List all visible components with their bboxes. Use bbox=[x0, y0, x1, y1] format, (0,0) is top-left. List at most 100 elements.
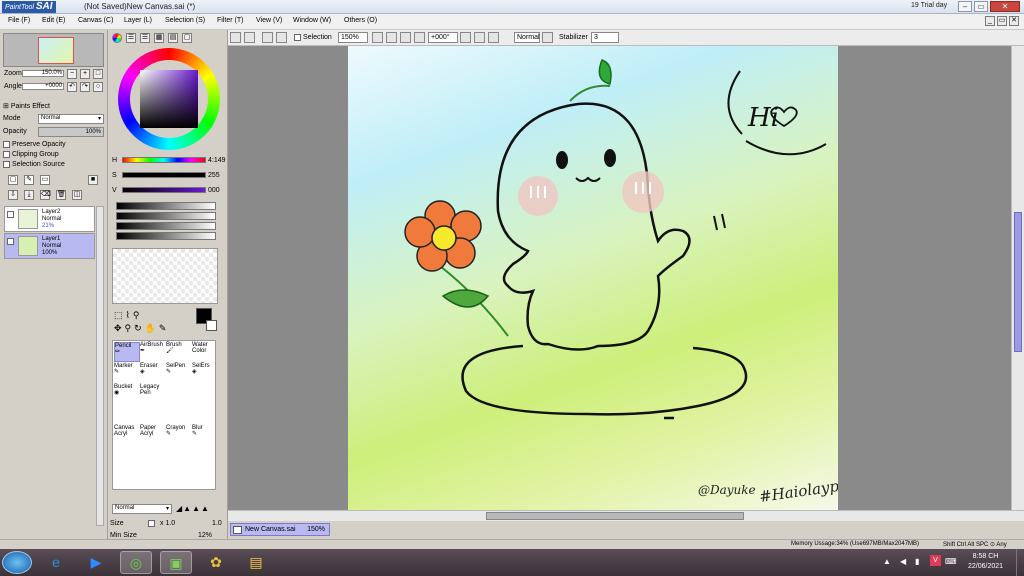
layer-options-icon[interactable]: ■ bbox=[88, 175, 98, 185]
move-icon[interactable]: ✥ bbox=[114, 323, 125, 333]
zoom-actual-icon[interactable] bbox=[414, 32, 425, 43]
stabilizer-combo[interactable]: 3 bbox=[591, 32, 619, 43]
layer-item-layer1[interactable]: Layer1 Normal 100% bbox=[4, 233, 95, 259]
secondary-color-swatch[interactable] bbox=[206, 320, 217, 331]
menu-window[interactable]: Window (W) bbox=[293, 17, 331, 24]
zoom-fit-icon[interactable] bbox=[400, 32, 411, 43]
zoom-out-icon[interactable] bbox=[372, 32, 383, 43]
size-multiplier-toggle[interactable] bbox=[148, 520, 155, 527]
tool-pencil[interactable]: Pencil ✏ bbox=[114, 342, 140, 362]
texture-slider-3[interactable] bbox=[116, 222, 216, 230]
menu-filter[interactable]: Filter (T) bbox=[217, 17, 243, 24]
rotate-right-button[interactable]: ↷ bbox=[80, 82, 90, 92]
layer-list-scrollbar[interactable] bbox=[96, 206, 104, 526]
deselect-icon[interactable] bbox=[262, 32, 273, 43]
angle-slider[interactable]: +0000 bbox=[22, 83, 64, 90]
eyedropper-icon[interactable]: ✎ bbox=[159, 323, 170, 333]
painttool-sai-taskbar-icon[interactable]: ▣ bbox=[160, 551, 192, 574]
document-tab[interactable]: New Canvas.sai 150% bbox=[230, 523, 330, 536]
rotate-reset-button[interactable]: ○ bbox=[93, 82, 103, 92]
vertical-scroll-thumb[interactable] bbox=[1014, 212, 1022, 352]
show-desktop-button[interactable] bbox=[1016, 549, 1024, 576]
angle-combo[interactable]: +000° bbox=[428, 32, 458, 43]
system-clock[interactable]: 8:58 CH 22/06/2021 bbox=[968, 552, 1003, 572]
new-layer-icon[interactable]: ▢ bbox=[8, 175, 18, 185]
volume-icon[interactable]: ◀ bbox=[900, 557, 906, 566]
flip-icon[interactable] bbox=[542, 32, 553, 43]
close-button[interactable]: ✕ bbox=[990, 1, 1020, 12]
layer-mask-icon[interactable]: ◫ bbox=[72, 190, 82, 200]
rotate-left-icon[interactable] bbox=[460, 32, 471, 43]
hsv-slider-icon[interactable]: ☰ bbox=[140, 33, 150, 43]
clipping-group-checkbox[interactable] bbox=[3, 151, 10, 158]
tool-crayon[interactable]: Crayon ✎ bbox=[166, 425, 192, 445]
invert-selection-icon[interactable] bbox=[276, 32, 287, 43]
swatches-icon[interactable]: ▦ bbox=[154, 33, 164, 43]
selection-source-checkbox[interactable] bbox=[3, 161, 10, 168]
maximize-button[interactable]: ▭ bbox=[974, 1, 988, 12]
value-slider[interactable] bbox=[122, 187, 206, 193]
horizontal-scroll-thumb[interactable] bbox=[486, 512, 744, 520]
menu-layer[interactable]: Layer (L) bbox=[124, 17, 152, 24]
ie-icon[interactable]: e bbox=[40, 551, 72, 574]
zoom-reset-button[interactable]: □ bbox=[93, 69, 103, 79]
taskbar-app-icon[interactable]: ◎ bbox=[120, 551, 152, 574]
layer-item-layer2[interactable]: Layer2 Normal 21% bbox=[4, 206, 95, 232]
selection-checkbox[interactable] bbox=[294, 34, 301, 41]
rotate-reset-icon[interactable] bbox=[488, 32, 499, 43]
texture-slider-2[interactable] bbox=[116, 212, 216, 220]
tool-marker[interactable]: Marker ✎ bbox=[114, 363, 140, 383]
undo-icon[interactable] bbox=[230, 32, 241, 43]
texture-slider-4[interactable] bbox=[116, 232, 216, 240]
preserve-opacity-checkbox[interactable] bbox=[3, 141, 10, 148]
new-folder-icon[interactable]: ▭ bbox=[40, 175, 50, 185]
zoom-in-button[interactable]: + bbox=[80, 69, 90, 79]
rgb-slider-icon[interactable]: ☰ bbox=[126, 33, 136, 43]
menu-others[interactable]: Others (O) bbox=[344, 17, 377, 24]
visibility-toggle[interactable] bbox=[7, 238, 14, 245]
menu-view[interactable]: View (V) bbox=[256, 17, 282, 24]
tool-water-color[interactable]: Water Color bbox=[192, 342, 218, 362]
paint-palette-icon[interactable]: ✿ bbox=[200, 551, 232, 574]
start-button[interactable] bbox=[2, 551, 32, 574]
horizontal-scrollbar[interactable] bbox=[228, 510, 1024, 521]
minimize-button[interactable]: – bbox=[958, 1, 972, 12]
zoom-icon[interactable]: ⚲ bbox=[125, 323, 135, 333]
brush-mode-select[interactable]: Normal ▾ bbox=[112, 504, 172, 514]
menu-edit[interactable]: Edit (E) bbox=[42, 17, 65, 24]
tool-eraser[interactable]: Eraser ◈ bbox=[140, 363, 166, 383]
merge-down-icon[interactable]: ⤓ bbox=[24, 190, 34, 200]
visibility-toggle[interactable] bbox=[7, 211, 14, 218]
canvas[interactable]: Hi @Dayuke #Haiolayp247 bbox=[348, 46, 838, 510]
rotate-left-button[interactable]: ↶ bbox=[67, 82, 77, 92]
delete-layer-icon[interactable]: 🗑 bbox=[56, 190, 66, 200]
zoom-combo[interactable]: 150% bbox=[338, 32, 368, 43]
hand-icon[interactable]: ✋ bbox=[145, 323, 159, 333]
tool-blur[interactable]: Blur ✎ bbox=[192, 425, 218, 445]
saturation-slider[interactable] bbox=[122, 172, 206, 178]
brush-shape-buttons[interactable]: ◢▲▲▲ bbox=[176, 504, 210, 513]
magic-wand-icon[interactable]: ⚲ bbox=[133, 310, 143, 320]
color-wheel[interactable] bbox=[118, 48, 220, 150]
keyboard-icon[interactable]: ⌨ bbox=[945, 557, 957, 566]
navigator-viewport[interactable] bbox=[38, 37, 74, 64]
clear-layer-icon[interactable]: ⌫ bbox=[40, 190, 51, 200]
tool-selpen[interactable]: SelPen ✎ bbox=[166, 363, 192, 383]
tool-airbrush[interactable]: AirBrush ✒ bbox=[140, 342, 166, 362]
hue-slider[interactable] bbox=[122, 157, 206, 163]
tool-bucket[interactable]: Bucket ◉ bbox=[114, 384, 140, 404]
tool-selers[interactable]: SelErs ◈ bbox=[192, 363, 218, 383]
zoom-slider[interactable]: 150.0% bbox=[22, 70, 64, 77]
menu-selection[interactable]: Selection (S) bbox=[165, 17, 205, 24]
blend-mode-select[interactable]: Normal ▾ bbox=[38, 114, 104, 124]
color-scratchpad[interactable] bbox=[112, 248, 218, 304]
rotate-right-icon[interactable] bbox=[474, 32, 485, 43]
mdi-restore-button[interactable]: ▭ bbox=[997, 16, 1007, 26]
network-icon[interactable]: ▮ bbox=[915, 557, 919, 566]
opacity-slider[interactable]: 100% bbox=[38, 127, 104, 137]
lasso-icon[interactable]: ⌇ bbox=[126, 310, 133, 320]
user-swatches-icon[interactable]: ▤ bbox=[168, 33, 178, 43]
menu-canvas[interactable]: Canvas (C) bbox=[78, 17, 113, 24]
transfer-down-icon[interactable]: ⇩ bbox=[8, 190, 18, 200]
vertical-scrollbar[interactable] bbox=[1011, 46, 1024, 510]
